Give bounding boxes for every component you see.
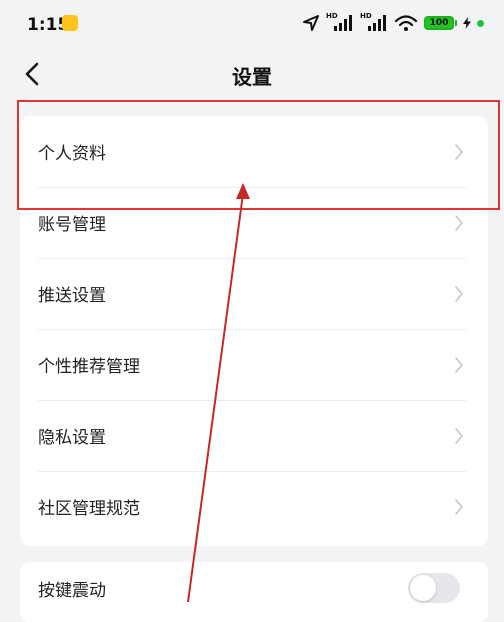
chevron-right-icon: [452, 426, 466, 446]
toggle-label: 按键震动: [38, 580, 106, 601]
settings-item-account[interactable]: 账号管理: [20, 187, 488, 258]
settings-item-privacy[interactable]: 隐私设置: [20, 400, 488, 471]
settings-item-label: 账号管理: [38, 215, 106, 235]
battery-level: 100: [424, 16, 454, 30]
signal-bars-icon: [368, 15, 386, 31]
settings-item-key-vibration: 按键震动: [20, 562, 488, 614]
settings-toggle-card: 按键震动: [20, 562, 488, 622]
key-vibration-toggle[interactable]: [408, 573, 460, 603]
toggle-knob: [410, 575, 436, 601]
chevron-right-icon: [452, 284, 466, 304]
cellular-signal-2: HD: [360, 13, 388, 33]
chevron-right-icon: [452, 355, 466, 375]
charging-icon: [463, 17, 471, 29]
page-title: 设置: [232, 65, 272, 89]
settings-item-recommendation[interactable]: 个性推荐管理: [20, 329, 488, 400]
settings-item-label: 社区管理规范: [38, 499, 140, 519]
signal-bars-icon: [334, 15, 352, 31]
wifi-icon: [394, 15, 418, 31]
notification-icon: [62, 15, 78, 31]
green-dot-indicator: [477, 19, 484, 27]
settings-item-push[interactable]: 推送设置: [20, 258, 488, 329]
settings-item-label: 推送设置: [38, 286, 106, 306]
location-arrow-icon: [303, 15, 319, 31]
settings-item-label: 个人资料: [38, 144, 106, 164]
settings-item-profile[interactable]: 个人资料: [20, 116, 488, 187]
chevron-right-icon: [452, 142, 466, 162]
battery-indicator: 100: [424, 16, 457, 30]
status-icons: HD HD 100: [302, 13, 484, 33]
chevron-right-icon: [452, 497, 466, 517]
settings-item-label: 个性推荐管理: [38, 357, 140, 377]
cellular-signal-1: HD: [326, 13, 354, 33]
status-bar: 1:15 HD HD 100: [0, 0, 504, 40]
battery-cap: [455, 20, 457, 26]
settings-item-community-rules[interactable]: 社区管理规范: [20, 471, 488, 542]
settings-list: 个人资料 账号管理 推送设置 个性推荐管理 隐私设置 社区管理规范: [20, 116, 488, 546]
chevron-right-icon: [452, 213, 466, 233]
navbar: 设置: [0, 48, 504, 100]
settings-item-label: 隐私设置: [38, 428, 106, 448]
